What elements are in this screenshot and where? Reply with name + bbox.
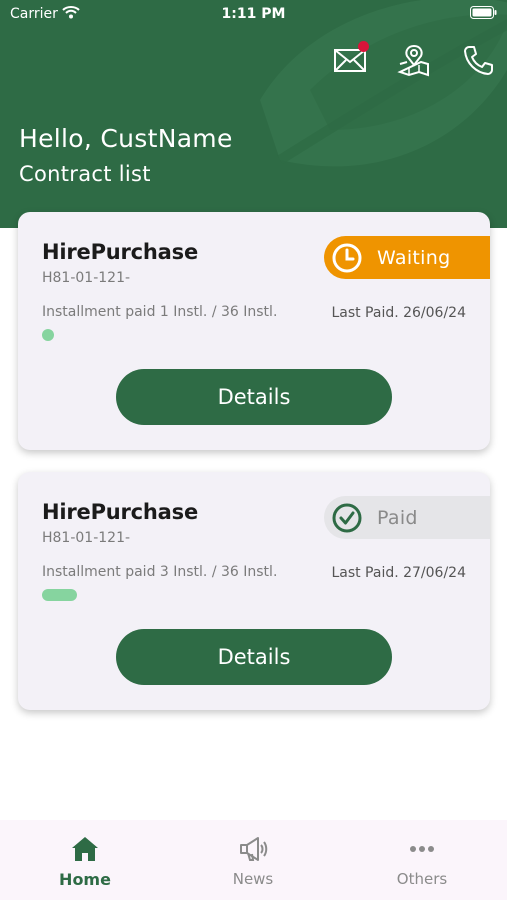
status-label: Waiting	[377, 246, 451, 269]
installment-text: Installment paid 1 Instl. / 36 Instl.	[42, 304, 278, 320]
battery-icon	[470, 6, 497, 19]
contract-number: H81-01-121-	[42, 530, 131, 546]
mail-icon[interactable]	[333, 41, 369, 77]
progress-fill	[42, 589, 78, 601]
megaphone-icon	[240, 837, 268, 861]
notification-dot	[358, 41, 369, 52]
contract-card: HirePurchase H81-01-121- Installment pai…	[18, 212, 490, 450]
last-paid-text: Last Paid. 27/06/24	[331, 565, 466, 581]
nav-item-others[interactable]: Others	[362, 834, 482, 888]
contract-list-screen: Carrier 1:11 PM Hello, CustName Contract…	[0, 0, 507, 900]
nav-label-news: News	[232, 870, 274, 888]
status-label: Paid	[377, 506, 418, 529]
header: Carrier 1:11 PM Hello, CustName Contract…	[0, 0, 507, 228]
progress-fill	[42, 329, 54, 341]
more-dots-icon	[410, 846, 434, 852]
status-badge: Paid	[324, 496, 490, 539]
status-badge: Waiting	[324, 236, 490, 279]
installment-progress-bar	[42, 329, 466, 341]
greeting-text: Hello, CustName	[19, 124, 233, 153]
details-button[interactable]: Details	[116, 629, 392, 685]
page-subtitle: Contract list	[19, 162, 151, 186]
last-paid-text: Last Paid. 26/06/24	[331, 305, 466, 321]
phone-icon[interactable]	[461, 43, 495, 77]
contract-number: H81-01-121-	[42, 270, 131, 286]
bottom-nav: Home News Others	[0, 820, 507, 900]
contract-title: HirePurchase	[42, 500, 198, 524]
nav-label-others: Others	[396, 870, 448, 888]
map-pin-icon[interactable]	[397, 43, 431, 77]
installment-text: Installment paid 3 Instl. / 36 Instl.	[42, 564, 278, 580]
clock-time: 1:11 PM	[221, 6, 286, 22]
nav-label-home: Home	[59, 870, 111, 889]
installment-progress-bar	[42, 589, 466, 601]
clock-icon	[332, 243, 362, 272]
contract-title: HirePurchase	[42, 240, 198, 264]
home-icon	[72, 837, 98, 861]
nav-item-home[interactable]: Home	[25, 834, 145, 889]
check-circle-icon	[332, 503, 362, 532]
nav-item-news[interactable]: News	[193, 834, 313, 888]
status-bar: Carrier 1:11 PM	[0, 0, 507, 28]
details-button[interactable]: Details	[116, 369, 392, 425]
leaf-decoration-icon	[260, 0, 507, 167]
contract-card: HirePurchase H81-01-121- Installment pai…	[18, 472, 490, 710]
